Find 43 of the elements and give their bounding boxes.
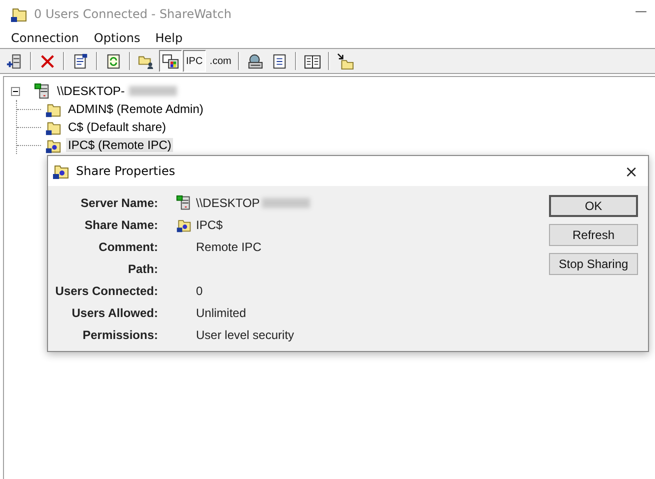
- list-icon: [271, 52, 288, 70]
- field-label: Path:: [127, 262, 158, 276]
- book-icon: [304, 52, 322, 70]
- close-button[interactable]: ×: [614, 162, 648, 180]
- field-value: IPC$: [196, 218, 223, 232]
- tree-item[interactable]: IPC$ (Remote IPC): [66, 138, 174, 152]
- folder-arrow-icon: [337, 52, 354, 70]
- network-icon: [247, 52, 264, 70]
- field-value: User level security: [196, 328, 294, 342]
- field-value: 0: [196, 284, 203, 298]
- minimize-button[interactable]: —: [627, 4, 655, 24]
- field-label: Users Connected:: [54, 284, 158, 298]
- document-icon: [72, 52, 89, 70]
- windows-icon: [162, 52, 179, 70]
- delete-icon: [39, 52, 56, 70]
- toolbar-button[interactable]: IPC: [183, 50, 206, 72]
- dialog-button[interactable]: Refresh: [549, 224, 638, 246]
- collapse-icon[interactable]: [11, 86, 20, 96]
- add-server-icon: [6, 52, 23, 70]
- field-label: Permissions:: [82, 328, 158, 342]
- field-label: Share Name:: [84, 218, 158, 232]
- tree-item[interactable]: \\DESKTOP-: [55, 84, 127, 98]
- window-title: 0 Users Connected - ShareWatch: [34, 7, 232, 21]
- server-icon: [176, 195, 192, 211]
- dialog-button[interactable]: Stop Sharing: [549, 253, 638, 275]
- field-value: Remote IPC: [196, 240, 262, 254]
- menu-item[interactable]: Connection: [11, 31, 79, 45]
- menu-item[interactable]: Options: [94, 31, 140, 45]
- shared-folder-icon: [176, 217, 192, 233]
- dialog-button[interactable]: OK: [549, 195, 638, 217]
- dialog-title: Share Properties: [76, 164, 176, 178]
- field-label: Users Allowed:: [70, 306, 158, 320]
- server-icon: [34, 82, 51, 100]
- toolbar-button[interactable]: [159, 50, 182, 72]
- tree-item[interactable]: C$ (Default share): [66, 120, 168, 134]
- tree-item[interactable]: ADMIN$ (Remote Admin): [66, 102, 206, 116]
- refresh-icon: [105, 52, 122, 70]
- menu-item[interactable]: Help: [155, 31, 183, 45]
- toolbar-button[interactable]: .com: [206, 50, 234, 72]
- field-value: \\DESKTOP: [196, 196, 260, 210]
- field-label: Server Name:: [80, 196, 158, 210]
- field-value: Unlimited: [196, 306, 246, 320]
- field-label: Comment:: [98, 240, 158, 254]
